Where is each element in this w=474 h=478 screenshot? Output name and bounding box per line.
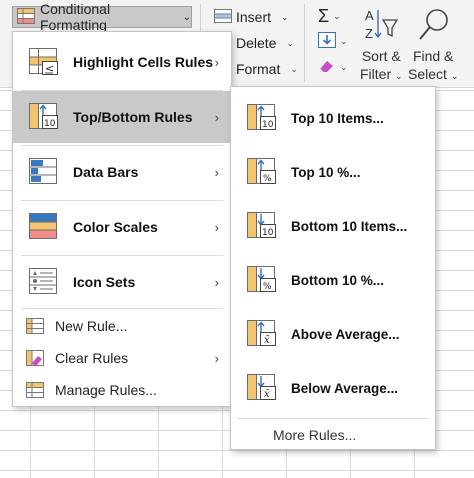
menu-item-label: Manage Rules... [55,382,157,398]
top-bottom-submenu: 10 Top 10 Items... % Top 10 %... 10 Bott… [230,86,436,450]
menu-item-label: Top/Bottom Rules [73,109,193,125]
find-select-button[interactable]: Find & Select ⌄ [408,6,458,85]
chevron-down-icon: ⌄ [333,11,341,21]
svg-text:10: 10 [262,120,274,130]
submenu-item-top-10-items[interactable]: 10 Top 10 Items... [231,92,435,144]
icon-sets-icon [29,268,59,301]
fill-down-icon [318,32,336,51]
chevron-right-icon: › [214,109,219,125]
new-rule-icon [26,318,44,339]
chevron-right-icon: › [214,274,219,290]
format-label: Format [236,61,281,77]
chevron-down-icon: ⌄ [395,71,403,81]
ribbon-divider [304,4,305,82]
chevron-down-icon: ⌄ [286,37,295,48]
chevron-down-icon: ⌄ [340,36,348,46]
menu-item-manage-rules[interactable]: Manage Rules... [13,375,231,405]
sort-filter-icon: AZ [363,6,399,47]
svg-text:10: 10 [262,228,274,238]
submenu-item-bottom-10-items[interactable]: 10 Bottom 10 Items... [231,200,435,252]
bottom-10-percent-icon: % [247,266,277,299]
top-10-percent-icon: % [247,158,277,191]
svg-text:%: % [263,174,272,184]
submenu-item-more-rules[interactable]: More Rules... [231,421,435,449]
eraser-icon [318,58,336,77]
delete-label: Delete [236,35,277,51]
menu-item-top-bottom-rules[interactable]: 10 Top/Bottom Rules › [13,91,231,143]
svg-text:10: 10 [44,119,56,129]
menu-item-new-rule[interactable]: New Rule... [13,311,231,341]
menu-separator [21,308,223,309]
menu-item-label: New Rule... [55,318,128,334]
svg-text:Z: Z [365,26,373,41]
menu-item-highlight-cells-rules[interactable]: < Highlight Cells Rules › [13,36,231,88]
clear-button[interactable]: ⌄ [318,58,348,77]
svg-text:x̄: x̄ [264,335,270,346]
sigma-icon: Σ [318,6,330,26]
menu-item-label: Color Scales [73,219,158,235]
top-10-items-icon: 10 [247,104,277,137]
submenu-item-label: Top 10 %... [291,164,361,180]
below-average-icon: x̄ [247,374,277,407]
submenu-item-above-average[interactable]: x̄ Above Average... [231,308,435,360]
find-select-label-2: Select ⌄ [408,66,459,82]
chevron-right-icon: › [214,350,219,366]
chevron-right-icon: › [214,219,219,235]
chevron-down-icon: ⌄ [281,11,289,22]
chevron-down-icon: ⌄ [290,63,298,74]
sort-filter-button[interactable]: AZ Sort & Filter ⌄ [360,6,403,85]
bottom-10-items-icon: 10 [247,212,277,245]
menu-item-label: Highlight Cells Rules [73,54,214,70]
menu-item-label: Icon Sets [73,274,136,290]
conditional-formatting-icon [17,7,35,27]
insert-label: Insert [236,9,272,25]
svg-text:%: % [263,282,272,292]
manage-rules-icon [26,382,44,403]
submenu-item-bottom-10-percent[interactable]: % Bottom 10 %... [231,254,435,306]
submenu-item-label: More Rules... [273,427,357,443]
chevron-down-icon: ⌄ [450,71,459,81]
conditional-formatting-button[interactable]: Conditional Formatting ⌄ [12,1,192,33]
menu-item-data-bars[interactable]: Data Bars › [13,146,231,198]
svg-text:x̄: x̄ [264,389,270,400]
conditional-formatting-menu: < Highlight Cells Rules › 10 Top/Bottom … [12,31,232,407]
menu-item-label: Data Bars [73,164,139,180]
fill-button[interactable]: ⌄ [318,32,348,51]
chevron-down-icon: ⌄ [182,11,191,23]
autosum-button[interactable]: Σ ⌄ [318,6,341,27]
highlight-cells-icon: < [29,48,59,81]
svg-text:A: A [365,8,374,23]
submenu-item-top-10-percent[interactable]: % Top 10 %... [231,146,435,198]
clear-rules-icon [26,350,44,371]
magnifier-icon [415,6,451,47]
find-select-label-1: Find & [412,48,454,64]
menu-item-color-scales[interactable]: Color Scales › [13,201,231,253]
chevron-right-icon: › [214,54,219,70]
sort-filter-label-1: Sort & [361,48,401,64]
chevron-right-icon: › [214,164,219,180]
insert-cells-icon [214,8,232,26]
color-scales-icon [29,213,59,246]
submenu-item-label: Below Average... [291,380,399,396]
conditional-formatting-label: Conditional Formatting [40,1,111,33]
top-bottom-icon: 10 [29,103,59,136]
data-bars-icon [29,158,59,191]
sort-filter-label-2: Filter ⌄ [360,66,403,82]
menu-item-label: Clear Rules [55,350,129,366]
menu-item-icon-sets[interactable]: Icon Sets › [13,256,231,308]
above-average-icon: x̄ [247,320,277,353]
submenu-item-label: Top 10 Items... [291,110,384,126]
submenu-item-label: Above Average... [291,326,400,342]
insert-button[interactable]: Insert ⌄ [214,6,289,28]
menu-separator [237,418,429,419]
submenu-item-below-average[interactable]: x̄ Below Average... [231,362,435,414]
submenu-item-label: Bottom 10 Items... [291,218,408,234]
menu-item-clear-rules[interactable]: Clear Rules › [13,343,231,373]
chevron-down-icon: ⌄ [340,62,348,72]
submenu-item-label: Bottom 10 %... [291,272,385,288]
